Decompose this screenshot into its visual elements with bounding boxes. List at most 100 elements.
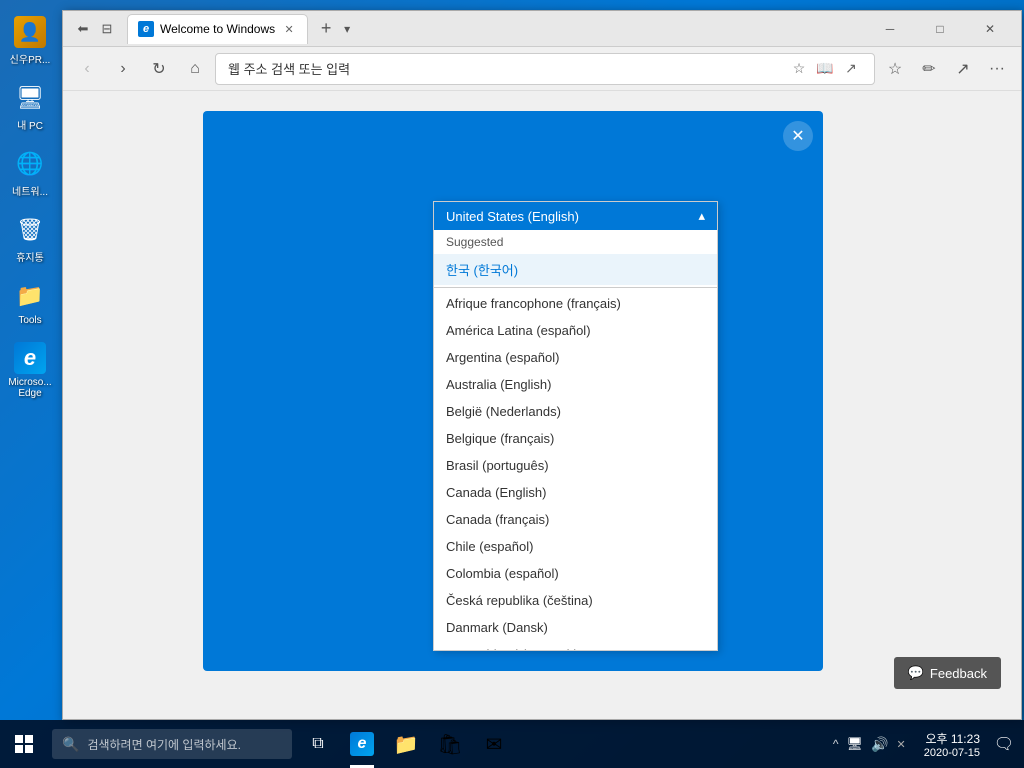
nav-tools: ☆ ✏ ↗ ···	[879, 53, 1013, 85]
taskbar-app-explorer[interactable]: 📁	[384, 720, 428, 768]
dropdown-selected-item[interactable]: United States (English) ▴	[434, 202, 717, 230]
edge-desktop-label: Microso... Edge	[4, 377, 56, 399]
clock-time: 오후 11:23	[924, 730, 980, 747]
active-tab[interactable]: e Welcome to Windows ✕	[127, 14, 308, 44]
recycle-label: 휴지통	[16, 249, 44, 264]
dropdown-arrow-icon: ▴	[698, 208, 705, 224]
refresh-button[interactable]: ↻	[143, 53, 175, 85]
desktop-icon-sinupro[interactable]: 👤 신우PR...	[0, 10, 60, 72]
system-tray: ^ 🖥 🔊 ✕	[823, 734, 916, 755]
desktop-icon-mypc[interactable]: 🖥 내 PC	[0, 76, 60, 138]
welcome-close-button[interactable]: ✕	[783, 121, 813, 151]
windows-logo-icon	[15, 735, 33, 753]
system-clock[interactable]: 오후 11:23 2020-07-15	[916, 730, 988, 759]
taskbar-app-mail[interactable]: ✉	[472, 720, 516, 768]
share-icon[interactable]: ↗	[840, 58, 862, 80]
minimize-button[interactable]: ─	[867, 14, 913, 44]
forward-button[interactable]: ›	[107, 53, 139, 85]
edge-desktop-icon: e	[14, 342, 46, 374]
close-button[interactable]: ✕	[967, 14, 1013, 44]
tab-list-control[interactable]: ⊟	[95, 17, 119, 41]
search-placeholder: 검색하려면 여기에 입력하세요.	[87, 736, 241, 753]
dropdown-scroll-area[interactable]: Suggested 한국 (한국어) Afrique francophone (…	[434, 230, 717, 650]
dropdown-item-1[interactable]: América Latina (español)	[434, 317, 717, 344]
tab-area: ⬅ ⊟ e Welcome to Windows ✕ + ▾	[71, 11, 859, 46]
maximize-button[interactable]: □	[917, 14, 963, 44]
search-icon: 🔍	[62, 736, 79, 753]
tab-dropdown-button[interactable]: ▾	[344, 22, 350, 36]
address-bar[interactable]: 웹 주소 검색 또는 입력 ☆ 📖 ↗	[215, 53, 875, 85]
feedback-icon: 💬	[908, 665, 924, 681]
tray-arrow-icon[interactable]: ^	[831, 735, 841, 753]
task-view-button[interactable]: ⧉	[296, 720, 340, 768]
notification-icon: 🗨	[994, 734, 1014, 754]
dropdown-item-12[interactable]: Danmark (Dansk)	[434, 614, 717, 641]
notification-button[interactable]: 🗨	[988, 720, 1020, 768]
dropdown-item-4[interactable]: België (Nederlands)	[434, 398, 717, 425]
feedback-button[interactable]: 💬 Feedback	[894, 657, 1001, 689]
taskbar: 🔍 검색하려면 여기에 입력하세요. ⧉ e 📁 🛍 ✉ ^	[0, 720, 1024, 768]
browser-window: ⬅ ⊟ e Welcome to Windows ✕ + ▾ ─ □ ✕	[62, 10, 1022, 720]
dropdown-item-0[interactable]: Afrique francophone (français)	[434, 290, 717, 317]
dropdown-item-2[interactable]: Argentina (español)	[434, 344, 717, 371]
dropdown-item-5[interactable]: Belgique (français)	[434, 425, 717, 452]
dropdown-divider	[434, 287, 717, 288]
hub-button[interactable]: ☆	[879, 53, 911, 85]
suggested-header: Suggested	[434, 230, 717, 254]
mypc-icon: 🖥	[14, 82, 46, 114]
desktop-icon-network[interactable]: 🌐 네트워...	[0, 142, 60, 204]
welcome-page: ✕ Welcome ft Edge Choose th...news feed …	[63, 91, 1021, 719]
dropdown-item-9[interactable]: Chile (español)	[434, 533, 717, 560]
sinupro-label: 신우PR...	[10, 51, 51, 66]
tab-close-button[interactable]: ✕	[281, 21, 297, 37]
tab-back-control[interactable]: ⬅	[71, 17, 95, 41]
dropdown-item-11[interactable]: Česká republika (čeština)	[434, 587, 717, 614]
selected-country-text: United States (English)	[446, 209, 579, 224]
clock-date: 2020-07-15	[924, 747, 980, 759]
dropdown-item-10[interactable]: Colombia (español)	[434, 560, 717, 587]
favorite-icon[interactable]: ☆	[788, 58, 810, 80]
dropdown-item-3[interactable]: Australia (English)	[434, 371, 717, 398]
taskbar-right: ^ 🖥 🔊 ✕ 오후 11:23 2020-07-15 🗨	[823, 720, 1024, 768]
desktop-icon-recycle[interactable]: 🗑 휴지통	[0, 208, 60, 270]
network-icon: 🌐	[14, 148, 46, 180]
desktop-icon-edge[interactable]: e Microso... Edge	[0, 336, 60, 405]
edge-taskbar-icon: e	[350, 732, 374, 756]
taskbar-apps-area: e 📁 🛍 ✉	[340, 720, 823, 768]
dropdown-item-7[interactable]: Canada (English)	[434, 479, 717, 506]
dropdown-item-8[interactable]: Canada (français)	[434, 506, 717, 533]
taskbar-app-edge[interactable]: e	[340, 720, 384, 768]
suggested-item-korea[interactable]: 한국 (한국어)	[434, 254, 717, 285]
title-bar: ⬅ ⊟ e Welcome to Windows ✕ + ▾ ─ □ ✕	[63, 11, 1021, 47]
tools-icon: 📁	[14, 280, 46, 312]
mail-taskbar-icon: ✉	[482, 732, 506, 756]
window-controls: ─ □ ✕	[867, 14, 1013, 44]
notes-button[interactable]: ✏	[913, 53, 945, 85]
share-nav-button[interactable]: ↗	[947, 53, 979, 85]
desktop-icon-tools[interactable]: 📁 Tools	[0, 274, 60, 332]
reading-icon[interactable]: 📖	[814, 58, 836, 80]
tray-volume-icon[interactable]: 🔊	[869, 734, 890, 755]
feedback-label: Feedback	[930, 666, 987, 681]
tray-network-icon[interactable]: 🖥	[845, 734, 866, 754]
explorer-taskbar-icon: 📁	[394, 732, 418, 756]
dropdown-item-13[interactable]: Deutschland (Deutsch)	[434, 641, 717, 650]
country-dropdown: United States (English) ▴ Suggested 한국 (…	[433, 201, 718, 651]
back-button[interactable]: ‹	[71, 53, 103, 85]
store-taskbar-icon: 🛍	[438, 732, 462, 756]
nav-bar: ‹ › ↻ ⌂ 웹 주소 검색 또는 입력 ☆ 📖 ↗ ☆ ✏ ↗ ···	[63, 47, 1021, 91]
tray-close-icon[interactable]: ✕	[895, 736, 908, 753]
address-actions: ☆ 📖 ↗	[788, 58, 862, 80]
more-button[interactable]: ···	[981, 53, 1013, 85]
start-button[interactable]	[0, 720, 48, 768]
address-text: 웹 주소 검색 또는 입력	[228, 59, 780, 78]
recycle-icon: 🗑	[14, 214, 46, 246]
task-view-icon: ⧉	[312, 735, 323, 753]
taskbar-app-store[interactable]: 🛍	[428, 720, 472, 768]
browser-content: ✕ Welcome ft Edge Choose th...news feed …	[63, 91, 1021, 719]
home-button[interactable]: ⌂	[179, 53, 211, 85]
taskbar-search-bar[interactable]: 🔍 검색하려면 여기에 입력하세요.	[52, 729, 292, 759]
desktop: 👤 신우PR... 🖥 내 PC 🌐 네트워... 🗑 휴지통 📁 Tools …	[0, 0, 1024, 768]
dropdown-item-6[interactable]: Brasil (português)	[434, 452, 717, 479]
new-tab-button[interactable]: +	[312, 15, 340, 43]
